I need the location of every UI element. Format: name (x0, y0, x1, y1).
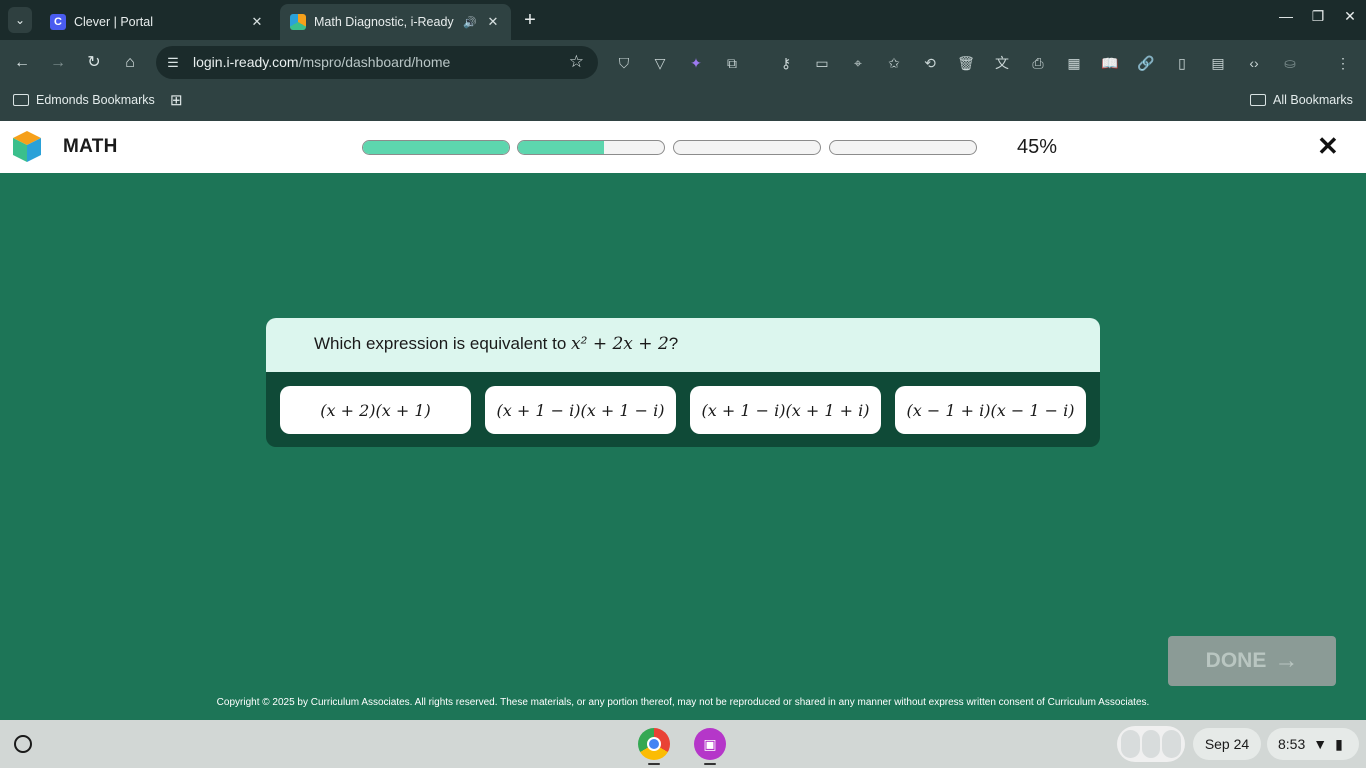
answer-choice-4[interactable]: (x − 1 + i)(x − 1 − i) (895, 386, 1086, 434)
menu-kebab-icon[interactable]: ⋮ (1332, 52, 1354, 74)
tab-strip: ⌄ C Clever | Portal ✕ Math Diagnostic, i… (0, 0, 1366, 40)
battery-icon: ▮ (1335, 735, 1343, 752)
location-pin-icon[interactable]: ⌖ (847, 52, 869, 74)
apps-grid-icon[interactable]: ⊞ (170, 91, 183, 109)
tab-title: Clever | Portal (74, 15, 153, 29)
app-header: MATH 45% ✕ (0, 121, 1366, 173)
extensions-puzzle-icon[interactable]: ⧉ (721, 52, 743, 74)
cast-devices-icon[interactable]: ▯ (1171, 52, 1193, 74)
os-shelf: ▣ Sep 24 8:53 ▼ ▮ (0, 720, 1366, 768)
done-label: DONE (1205, 649, 1267, 672)
reload-icon[interactable]: ↻ (83, 52, 105, 74)
launcher-circle-icon[interactable] (14, 735, 32, 753)
chrome-app-icon[interactable] (638, 728, 670, 760)
app-running-indicator (648, 763, 660, 765)
shield-icon[interactable]: ⛉ (613, 52, 635, 74)
trash-icon[interactable]: 🗑 (955, 52, 977, 74)
translate-icon[interactable]: 文 (991, 52, 1013, 74)
folder-icon (13, 94, 29, 106)
address-bar[interactable]: ☰ login.i-ready.com/mspro/dashboard/home… (156, 46, 598, 79)
browser-toolbar: ← → ↻ ⌂ ☰ login.i-ready.com/mspro/dashbo… (0, 40, 1366, 86)
forward-arrow-icon[interactable]: → (47, 52, 69, 74)
clever-icon: C (50, 14, 66, 30)
question-card: Which expression is equivalent to x² + 2… (266, 318, 1100, 447)
clock-time: 8:53 (1278, 736, 1306, 752)
answer-choice-1[interactable]: (x + 2)(x + 1) (280, 386, 471, 434)
home-icon[interactable]: ⌂ (119, 52, 141, 74)
progress-segment (673, 140, 821, 155)
tab-layout-icon[interactable]: ▤ (1207, 52, 1229, 74)
link-icon[interactable]: 🔗 (1135, 52, 1157, 74)
qr-code-icon[interactable]: ▦ (1063, 52, 1085, 74)
status-tray[interactable]: 8:53 ▼ ▮ (1267, 728, 1359, 760)
close-window-icon[interactable]: ✕ (1340, 8, 1360, 25)
answer-choice-3[interactable]: (x + 1 − i)(x + 1 + i) (690, 386, 881, 434)
progress-segment (362, 140, 510, 155)
answer-choice-2[interactable]: (x + 1 − i)(x + 1 − i) (485, 386, 676, 434)
question-prompt: Which expression is equivalent to x² + 2… (266, 318, 1100, 372)
close-tab-icon[interactable]: ✕ (249, 14, 265, 30)
back-arrow-icon[interactable]: ← (11, 52, 33, 74)
app-running-indicator (704, 763, 716, 765)
reading-mode-icon[interactable]: 📖 (1099, 52, 1121, 74)
date-tray[interactable]: Sep 24 (1193, 728, 1261, 760)
progress-segment (517, 140, 665, 155)
tab-math-diagnostic[interactable]: Math Diagnostic, i-Ready 🔊 ✕ (280, 4, 511, 40)
bookmarks-bar: Edmonds Bookmarks ⊞ All Bookmarks (0, 86, 1366, 121)
bookmark-folder-all[interactable]: All Bookmarks (1250, 93, 1353, 107)
screencast-app-icon[interactable]: ▣ (694, 728, 726, 760)
progress-fill (518, 141, 605, 154)
subject-title: MATH (63, 136, 118, 157)
history-icon[interactable]: ⟲ (919, 52, 941, 74)
close-lesson-icon[interactable]: ✕ (1317, 133, 1339, 159)
progress-segment (829, 140, 977, 155)
incognito-icon[interactable]: ⛀ (1279, 52, 1301, 74)
copyright-notice: Copyright © 2025 by Curriculum Associate… (216, 697, 1150, 708)
progress-percent: 45% (1017, 136, 1058, 158)
progress-fill (363, 141, 509, 154)
folder-icon (1250, 94, 1266, 106)
question-text: Which expression is equivalent to x² + 2… (314, 334, 679, 354)
bookmark-folder-edmonds[interactable]: Edmonds Bookmarks (13, 93, 155, 107)
new-tab-plus-icon[interactable]: + (520, 8, 540, 32)
speaker-icon[interactable]: 🔊 (461, 16, 479, 29)
site-info-icon[interactable]: ☰ (164, 54, 182, 72)
question-expression: x² + 2x + 2 (571, 334, 669, 354)
bookmark-star-icon[interactable]: ☆ (569, 52, 584, 72)
iready-cube-logo-icon (13, 131, 41, 162)
tab-title: Math Diagnostic, i-Ready (314, 15, 454, 29)
minimize-icon[interactable]: — (1276, 8, 1296, 24)
iready-icon (290, 14, 306, 30)
print-icon[interactable]: ⎙ (1027, 52, 1049, 74)
favorites-star-icon[interactable]: ✩ (883, 52, 905, 74)
extension-puzzle-purple-icon[interactable]: ✦ (685, 52, 707, 74)
tab-clever-portal[interactable]: C Clever | Portal ✕ (40, 4, 275, 40)
holding-space-thumbnails[interactable] (1117, 726, 1185, 762)
tab-search-chevron-icon[interactable]: ⌄ (8, 7, 32, 33)
payment-card-icon[interactable]: ▭ (811, 52, 833, 74)
password-key-icon[interactable]: ⚷ (775, 52, 797, 74)
code-icon[interactable]: ‹› (1243, 52, 1265, 74)
restore-window-icon[interactable]: ❐ (1308, 8, 1328, 25)
url-text: login.i-ready.com/mspro/dashboard/home (193, 54, 451, 70)
shield-outline-icon[interactable]: ▽ (649, 52, 671, 74)
close-tab-icon[interactable]: ✕ (485, 14, 501, 30)
done-button[interactable]: DONE → (1168, 636, 1336, 686)
wifi-icon: ▼ (1313, 736, 1328, 752)
arrow-right-icon: → (1274, 647, 1299, 674)
